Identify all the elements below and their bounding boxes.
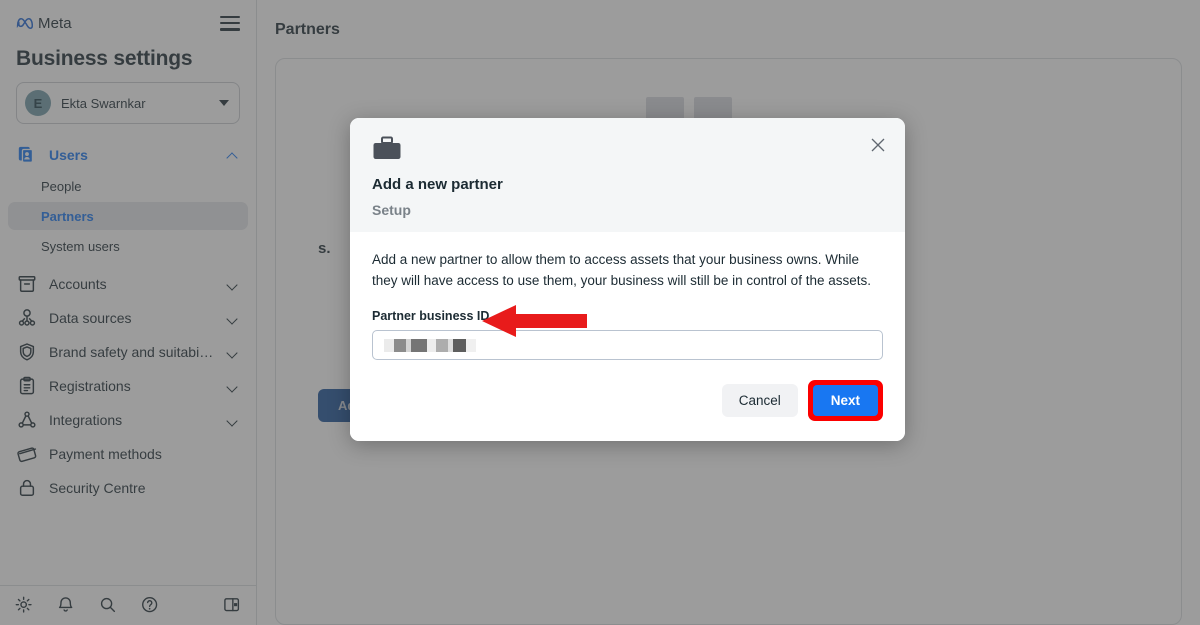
dialog-body: Add a new partner to allow them to acces… — [350, 232, 905, 361]
dialog-subtitle: Setup — [372, 202, 411, 218]
business-settings-app: Meta Business settings E Ekta Swarnkar U… — [0, 0, 1200, 625]
dialog-title: Add a new partner — [372, 176, 503, 193]
partner-business-id-input[interactable] — [372, 330, 883, 361]
next-button[interactable]: Next — [812, 385, 878, 417]
next-button-highlight: Next — [807, 380, 883, 422]
redacted-value — [384, 338, 476, 352]
dialog-description: Add a new partner to allow them to acces… — [372, 252, 871, 288]
add-partner-dialog: Add a new partner Setup Add a new partne… — [350, 118, 905, 442]
dialog-footer: Cancel Next — [350, 360, 905, 442]
partner-business-id-label: Partner business ID — [372, 309, 490, 324]
dialog-header: Add a new partner Setup — [350, 118, 905, 232]
close-icon[interactable] — [867, 134, 889, 156]
cancel-button[interactable]: Cancel — [721, 384, 798, 418]
briefcase-icon — [372, 136, 402, 162]
